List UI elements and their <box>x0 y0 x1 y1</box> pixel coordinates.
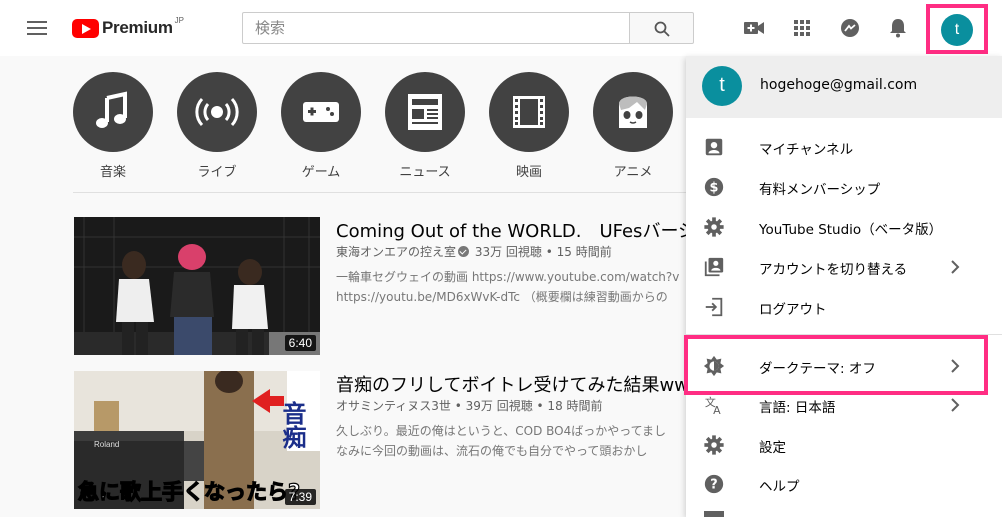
notifications-bell-icon[interactable] <box>886 16 910 40</box>
chevron-right-icon <box>951 260 960 274</box>
video-stats: 39万 回視聴 • 18 時間前 <box>465 399 603 413</box>
search-box <box>242 12 630 44</box>
category-news[interactable]: ニュース <box>385 72 467 180</box>
stage-performance-thumbnail <box>74 217 320 355</box>
category-label: ニュース <box>399 165 451 180</box>
avatar-highlight: t <box>926 4 988 54</box>
category-gaming[interactable]: ゲーム <box>281 72 363 180</box>
video-meta: 東海オンエアの控え室 33万 回視聴 • 15 時間前 <box>336 243 612 260</box>
logout-icon <box>705 297 723 317</box>
category-label: アニメ <box>613 165 653 180</box>
menu-item-label: マイチャンネル <box>759 142 854 158</box>
menu-item-label: 有料メンバーシップ <box>759 182 881 198</box>
help-icon: ? <box>704 474 724 494</box>
menu-item-label: ログアウト <box>759 302 827 318</box>
avatar-button[interactable]: t <box>941 14 973 46</box>
account-menu: t hogehoge@gmail.com マイチャンネル $ 有料メンバーシップ <box>686 56 1002 517</box>
menu-item-label: 言語: 日本語 <box>759 400 836 416</box>
category-label: 音楽 <box>99 165 126 180</box>
category-label: 映画 <box>515 165 542 180</box>
search-button[interactable] <box>629 12 694 44</box>
messages-icon[interactable] <box>838 16 862 40</box>
menu-item-label: ヘルプ <box>759 479 800 495</box>
duration-badge: 6:40 <box>284 335 316 351</box>
account-box-icon <box>705 138 723 156</box>
live-broadcast-icon <box>195 97 239 127</box>
category-anime[interactable]: アニメ <box>593 72 675 180</box>
menu-item-logout[interactable]: ログアウト <box>686 287 1002 327</box>
account-email: hogehoge@gmail.com <box>760 77 918 93</box>
category-movies[interactable]: 映画 <box>489 72 571 180</box>
chevron-right-icon <box>951 398 960 412</box>
apps-grid-icon[interactable] <box>790 16 814 40</box>
newspaper-icon <box>408 94 442 130</box>
video-meta: オサミンティヌス3世 • 39万 回視聴 • 18 時間前 <box>336 399 603 413</box>
category-label: ライブ <box>197 165 237 180</box>
channel-name[interactable]: 東海オンエアの控え室 <box>336 245 456 259</box>
svg-text:?: ? <box>710 478 717 493</box>
menu-icon[interactable] <box>27 21 47 35</box>
menu-item-label: アカウントを切り替える <box>759 262 908 278</box>
description-line: 一輪車セグウェイの動画 https://www.youtube.com/watc… <box>336 270 680 284</box>
menu-item-label: 設定 <box>759 440 786 456</box>
top-bar: Premium JP t <box>0 0 1002 56</box>
menu-item-label: YouTube Studio（ベータ版） <box>759 222 943 238</box>
film-icon <box>513 96 545 128</box>
video-stats: 33万 回視聴 • 15 時間前 <box>474 245 612 259</box>
menu-item-my-channel[interactable]: マイチャンネル <box>686 127 1002 167</box>
category-label: ゲーム <box>301 165 341 180</box>
account-header: t hogehoge@gmail.com <box>686 56 1002 118</box>
video-description: 久しぶり。最近の俺はというと、COD BO4ばっかやってまし なみに今回の動画は… <box>336 421 696 461</box>
search-icon <box>654 21 670 37</box>
translate-icon: 文 A <box>705 395 721 416</box>
svg-text:A: A <box>713 404 721 416</box>
thumb-side-text: 音痴 <box>278 400 306 450</box>
divider <box>73 192 693 193</box>
description-line: 久しぶり。最近の俺はというと、COD BO4ばっかやってまし <box>336 424 667 438</box>
youtube-play-icon <box>72 18 99 38</box>
verified-icon <box>458 246 470 257</box>
anime-face-icon <box>619 96 647 128</box>
category-live[interactable]: ライブ <box>177 72 259 180</box>
menu-avatar: t <box>702 66 742 106</box>
thumb-caption: 急に歌上手くなったら? <box>78 480 300 504</box>
duration-badge: 7:39 <box>284 489 316 505</box>
svg-text:Roland: Roland <box>94 440 119 449</box>
youtube-premium-logo[interactable]: Premium JP <box>72 15 184 38</box>
video-description: 一輪車セグウェイの動画 https://www.youtube.com/watc… <box>336 267 696 307</box>
menu-item-youtube-studio[interactable]: YouTube Studio（ベータ版） <box>686 207 1002 247</box>
video-thumbnail[interactable]: 6:40 <box>74 217 320 355</box>
create-video-icon[interactable] <box>742 16 766 40</box>
description-line: なみに今回の動画は、流石の俺でも自分でやって頭おかし <box>336 444 648 458</box>
channel-name[interactable]: オサミンティヌス3世 <box>336 399 451 413</box>
video-title[interactable]: Coming Out of the WORLD. UFesバージョ <box>336 217 696 243</box>
next-item-icon-partial <box>704 511 724 517</box>
vocal-training-thumbnail: Roland 音痴 急に歌上手くなったら? <box>74 371 320 509</box>
video-thumbnail[interactable]: Roland 音痴 急に歌上手くなったら? 7:39 <box>74 371 320 509</box>
menu-item-switch-account[interactable]: アカウントを切り替える <box>686 247 1002 287</box>
svg-text:$: $ <box>710 181 719 196</box>
description-line: https://youtu.be/MD6xWvK-dTc （概要欄は練習動画から… <box>336 290 668 304</box>
switch-account-icon <box>704 257 724 277</box>
gear-icon <box>704 435 724 455</box>
music-note-icon <box>96 91 127 128</box>
menu-item-help[interactable]: ? ヘルプ <box>686 464 1002 504</box>
dollar-circle-icon: $ <box>704 177 724 197</box>
logo-text: Premium <box>102 18 173 37</box>
category-music[interactable]: 音楽 <box>73 72 155 180</box>
dark-theme-highlight <box>684 335 988 395</box>
search-input[interactable] <box>243 13 629 43</box>
gamepad-icon <box>303 102 339 122</box>
menu-item-settings[interactable]: 設定 <box>686 425 1002 465</box>
video-title[interactable]: 音痴のフリしてボイトレ受けてみた結果ww <box>336 371 696 397</box>
menu-item-paid-memberships[interactable]: $ 有料メンバーシップ <box>686 167 1002 207</box>
logo-region: JP <box>174 15 184 25</box>
gear-icon <box>704 217 724 237</box>
